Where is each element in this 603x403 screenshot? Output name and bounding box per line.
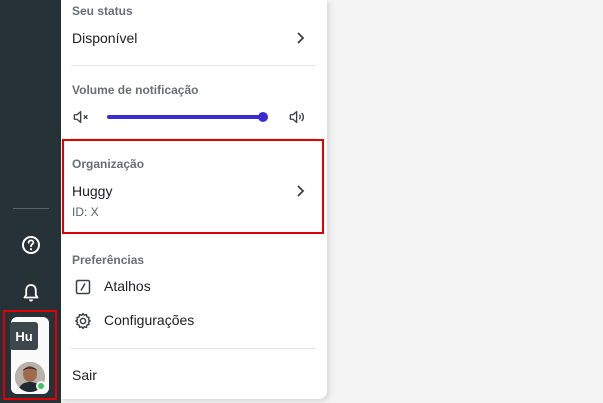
status-row[interactable]: Disponível xyxy=(61,22,327,54)
bell-icon[interactable] xyxy=(20,282,42,304)
logout-menu-item[interactable]: Sair xyxy=(61,362,327,388)
help-icon[interactable] xyxy=(20,234,42,256)
org-badge[interactable]: Hu xyxy=(10,322,38,350)
settings-menu-item[interactable]: Configurações xyxy=(61,308,327,334)
volume-slider-thumb[interactable] xyxy=(258,112,268,122)
sidebar-divider xyxy=(13,208,49,209)
logout-label: Sair xyxy=(72,367,97,383)
divider xyxy=(71,348,316,349)
volume-up-icon[interactable] xyxy=(289,108,307,126)
shortcut-icon xyxy=(74,278,92,296)
volume-section-label: Volume de notificação xyxy=(72,83,199,97)
sidebar: Hu xyxy=(0,0,61,403)
shortcuts-menu-item[interactable]: Atalhos xyxy=(61,274,327,300)
shortcuts-label: Atalhos xyxy=(104,278,151,294)
status-section-label: Seu status xyxy=(72,4,133,18)
settings-label: Configurações xyxy=(104,312,195,328)
organization-highlight xyxy=(62,139,324,234)
volume-slider-track[interactable] xyxy=(107,115,263,119)
gear-icon xyxy=(74,312,92,330)
online-status-dot xyxy=(36,381,46,391)
chevron-right-icon xyxy=(297,32,305,44)
volume-mute-icon[interactable] xyxy=(73,108,91,126)
status-value: Disponível xyxy=(72,30,138,46)
preferences-section-label: Preferências xyxy=(72,253,145,267)
divider xyxy=(71,65,316,66)
